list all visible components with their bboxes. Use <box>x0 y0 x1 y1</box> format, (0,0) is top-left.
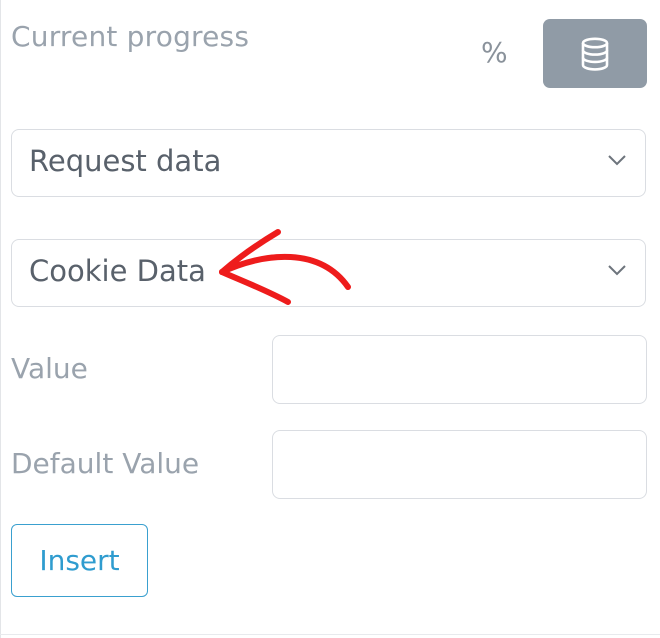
chevron-down-icon <box>608 155 626 166</box>
annotation-arrow-icon <box>219 229 351 305</box>
current-progress-label: Current progress <box>11 20 250 53</box>
request-data-select-value: Request data <box>29 144 222 178</box>
database-button[interactable] <box>543 19 647 88</box>
insert-button[interactable]: Insert <box>11 524 148 597</box>
request-data-select[interactable]: Request data <box>11 129 646 197</box>
cookie-data-select-value: Cookie Data <box>29 254 206 288</box>
value-label: Value <box>11 352 88 385</box>
default-value-input[interactable] <box>272 430 647 499</box>
settings-panel: Current progress % Request data Cookie D… <box>0 0 660 638</box>
percent-unit: % <box>481 36 508 69</box>
panel-bottom-border <box>0 634 660 635</box>
panel-left-border <box>0 0 1 638</box>
chevron-down-icon <box>608 265 626 276</box>
default-value-label: Default Value <box>11 447 200 480</box>
database-icon <box>581 37 609 71</box>
value-input[interactable] <box>272 335 647 404</box>
